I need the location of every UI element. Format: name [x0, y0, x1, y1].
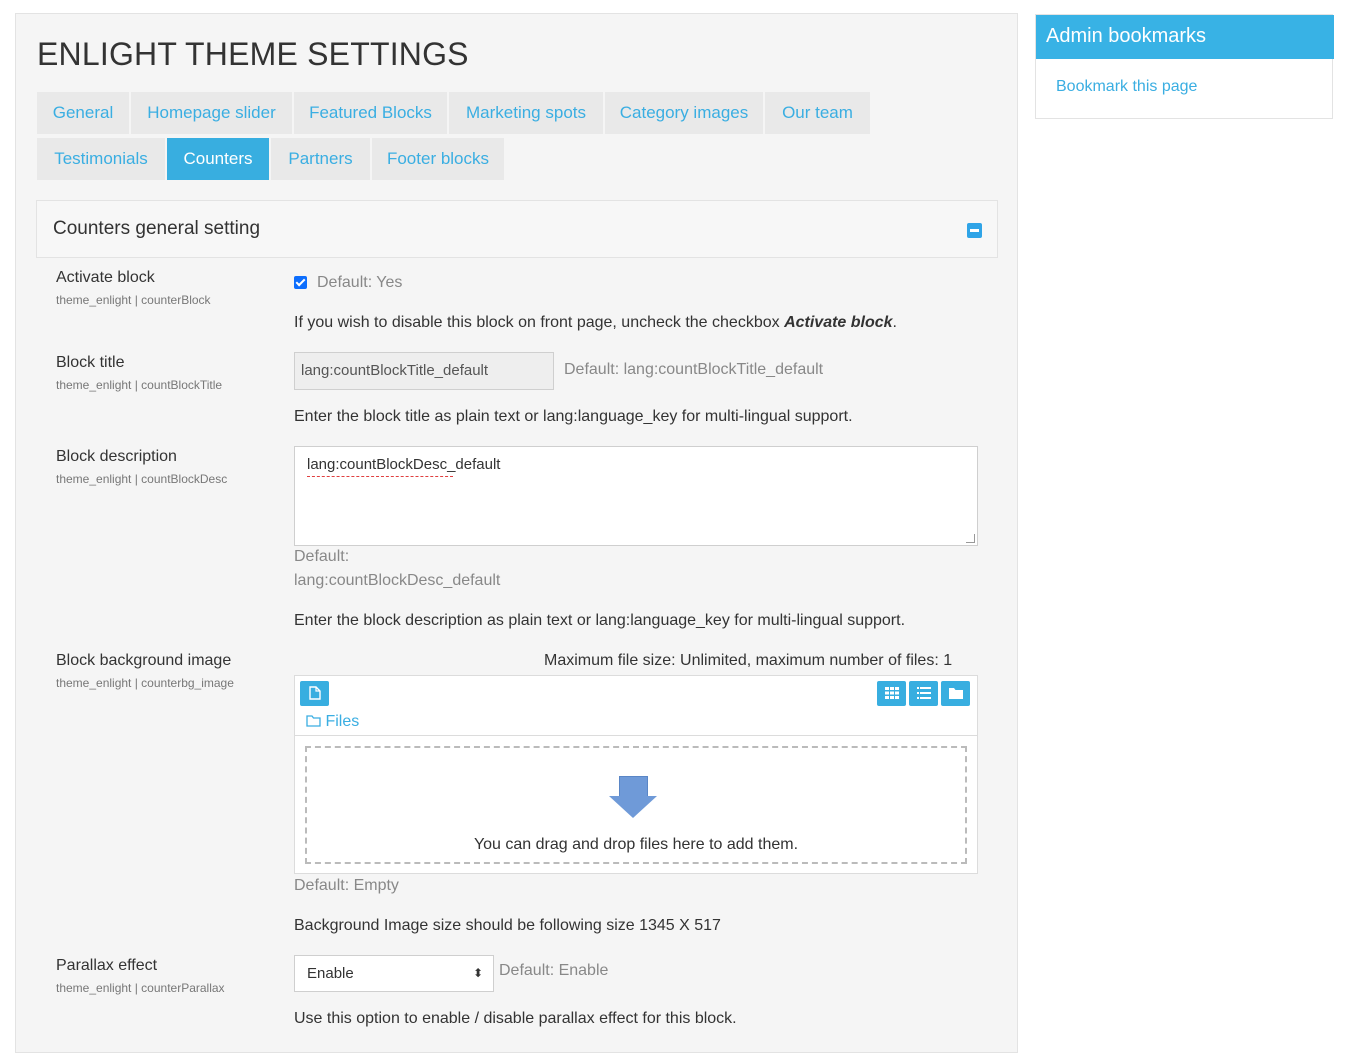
bg-image-help: Background Image size should be followin…	[294, 917, 721, 934]
files-breadcrumb[interactable]: Files	[306, 713, 359, 731]
tab-general[interactable]: General	[37, 92, 129, 134]
activate-desc-text: If you wish to disable this block on fro…	[294, 314, 785, 331]
parallax-select[interactable]: Enable ⬍	[294, 955, 494, 992]
files-label: Files	[325, 713, 360, 730]
spellcheck-underline	[307, 474, 453, 477]
bg-image-key: theme_enlight | counterbg_image	[56, 676, 234, 690]
block-description-value: lang:countBlockDesc_default	[307, 456, 501, 473]
block-description-key: theme_enlight | countBlockDesc	[56, 472, 228, 486]
tab-homepage-slider[interactable]: Homepage slider	[131, 92, 292, 134]
activate-block-description: If you wish to disable this block on fro…	[294, 314, 897, 332]
file-manager-toolbar: Files	[295, 676, 977, 736]
resize-handle[interactable]	[966, 534, 975, 543]
page-title: ENLIGHT THEME SETTINGS	[37, 36, 469, 72]
tab-marketing-spots[interactable]: Marketing spots	[449, 92, 603, 134]
parallax-label: Parallax effect	[56, 957, 158, 974]
settings-panel: ENLIGHT THEME SETTINGS General Homepage …	[15, 13, 1018, 1053]
down-arrow-icon	[619, 776, 648, 797]
select-caret-icon: ⬍	[472, 966, 483, 980]
add-file-icon[interactable]	[300, 681, 329, 706]
parallax-help: Use this option to enable / disable para…	[294, 1010, 737, 1027]
bg-image-label: Block background image	[56, 652, 232, 669]
block-description-label: Block description	[56, 448, 177, 465]
file-dropzone[interactable]: You can drag and drop files here to add …	[305, 746, 967, 864]
activate-block-label: Activate block	[56, 269, 155, 286]
down-arrow-head	[609, 796, 657, 818]
tab-counters[interactable]: Counters	[167, 138, 269, 180]
block-description-textarea[interactable]: lang:countBlockDesc_default	[294, 446, 978, 546]
tab-testimonials[interactable]: Testimonials	[37, 138, 165, 180]
section-header[interactable]: Counters general setting	[36, 200, 998, 258]
activate-block-key: theme_enlight | counterBlock	[56, 293, 211, 307]
activate-block-checkbox[interactable]	[294, 276, 307, 289]
bg-image-default: Default: Empty	[294, 877, 399, 894]
activate-desc-end: .	[892, 314, 897, 331]
tab-featured-blocks[interactable]: Featured Blocks	[294, 92, 447, 134]
grid-view-icon[interactable]	[877, 681, 906, 706]
tab-category-images[interactable]: Category images	[605, 92, 763, 134]
bookmark-this-page-link[interactable]: Bookmark this page	[1056, 78, 1197, 96]
list-view-icon[interactable]	[909, 681, 938, 706]
block-title-input[interactable]: lang:countBlockTitle_default	[294, 352, 554, 390]
admin-bookmarks-title: Admin bookmarks	[1046, 25, 1207, 47]
folder-icon	[306, 715, 321, 727]
parallax-key: theme_enlight | counterParallax	[56, 981, 225, 995]
section-title: Counters general setting	[53, 218, 261, 239]
admin-bookmarks-block: Admin bookmarks Bookmark this page	[1035, 14, 1334, 119]
dropzone-text: You can drag and drop files here to add …	[473, 836, 799, 853]
bg-image-max-info: Maximum file size: Unlimited, maximum nu…	[544, 652, 953, 669]
block-title-key: theme_enlight | countBlockTitle	[56, 378, 223, 392]
tab-partners[interactable]: Partners	[271, 138, 370, 180]
activate-block-default: Default: Yes	[317, 274, 403, 291]
block-title-description: Enter the block title as plain text or l…	[294, 408, 853, 425]
admin-bookmarks-header: Admin bookmarks	[1036, 15, 1334, 59]
parallax-default: Default: Enable	[499, 962, 609, 979]
file-manager: Files You can drag and drop files here t…	[294, 675, 978, 874]
tab-footer-blocks[interactable]: Footer blocks	[372, 138, 504, 180]
tab-our-team[interactable]: Our team	[765, 92, 870, 134]
activate-desc-emphasis: Activate block	[784, 314, 893, 331]
block-description-default-value: lang:countBlockDesc_default	[294, 572, 501, 589]
block-description-help: Enter the block description as plain tex…	[294, 612, 906, 629]
minus-square-icon[interactable]	[967, 223, 982, 238]
folder-view-icon[interactable]	[941, 681, 970, 706]
block-description-default-label: Default:	[294, 548, 350, 565]
block-title-default: Default: lang:countBlockTitle_default	[564, 361, 824, 378]
block-title-label: Block title	[56, 354, 125, 371]
parallax-select-value: Enable	[307, 965, 354, 982]
